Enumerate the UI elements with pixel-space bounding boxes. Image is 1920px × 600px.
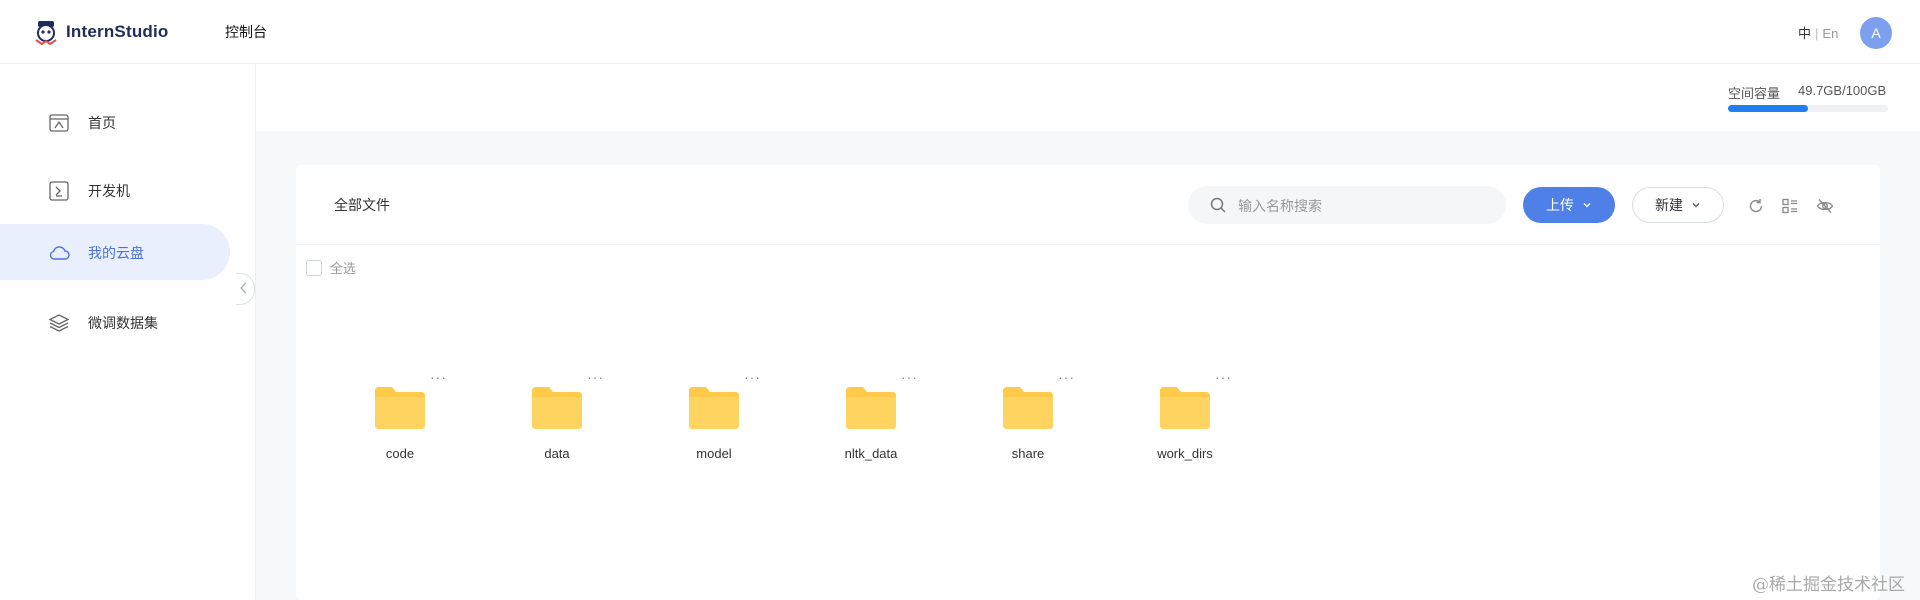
file-item[interactable]: ··· model (662, 369, 772, 489)
new-label: 新建 (1655, 197, 1683, 213)
folder-icon (1003, 387, 1053, 429)
storage-progress-fill (1728, 105, 1808, 112)
top-bar: InternStudio 控制台 中 | En A (0, 0, 1920, 64)
storage-value: 49.7GB/100GB (1798, 83, 1887, 98)
lang-en-option[interactable]: En (1822, 26, 1838, 41)
more-options-icon[interactable]: ··· (1058, 369, 1075, 385)
storage-strip (256, 64, 1920, 131)
select-all-checkbox[interactable] (306, 259, 322, 276)
chevron-down-icon (1583, 203, 1591, 208)
more-options-icon[interactable]: ··· (901, 369, 918, 385)
logo[interactable]: InternStudio (32, 18, 169, 46)
search-box[interactable] (1188, 186, 1506, 224)
refresh-icon[interactable] (1747, 197, 1765, 215)
folder-icon (846, 387, 896, 429)
folder-icon (375, 387, 425, 429)
lang-zh-option[interactable]: 中 (1798, 26, 1811, 41)
nav-console-link[interactable]: 控制台 (225, 22, 267, 42)
search-input[interactable] (1236, 195, 1490, 217)
more-options-icon[interactable]: ··· (430, 369, 447, 385)
file-name: nltk_data (844, 446, 898, 461)
new-button[interactable]: 新建 (1632, 187, 1724, 223)
terminal-icon (49, 181, 69, 201)
sidebar-item-datasets[interactable]: 微调数据集 (0, 294, 230, 350)
upload-button[interactable]: 上传 (1523, 187, 1615, 223)
more-options-icon[interactable]: ··· (587, 369, 604, 385)
file-name: data (544, 446, 570, 461)
storage-progress-bar (1728, 105, 1888, 112)
sidebar-item-devbox[interactable]: 开发机 (0, 162, 230, 218)
storage-label: 空间容量 (1728, 86, 1781, 101)
language-switch: 中 | En (1798, 23, 1838, 42)
chevron-down-icon (1692, 203, 1700, 208)
logo-icon (35, 21, 57, 46)
file-name: work_dirs (1157, 446, 1213, 461)
sidebar-item-cloud-drive[interactable]: 我的云盘 (0, 224, 230, 280)
file-name: model (696, 446, 732, 461)
file-item[interactable]: ··· code (348, 369, 458, 489)
file-panel: 全部文件 上传 新建 (296, 165, 1880, 600)
file-item[interactable]: ··· work_dirs (1133, 369, 1243, 489)
hide-icon[interactable] (1816, 197, 1834, 215)
view-toggle-icon[interactable] (1781, 197, 1799, 215)
select-all[interactable]: 全选 (306, 258, 356, 277)
more-options-icon[interactable]: ··· (744, 369, 761, 385)
upload-label: 上传 (1546, 197, 1574, 213)
sidebar: 首页 开发机 我的云盘 微调数据集 (0, 64, 256, 600)
cloud-icon (49, 246, 70, 260)
chevron-left-icon (240, 282, 247, 294)
lang-separator: | (1815, 26, 1819, 41)
sidebar-item-label: 首页 (88, 115, 116, 131)
home-icon (49, 114, 69, 132)
folder-icon (1160, 387, 1210, 429)
file-toolbar: 全部文件 上传 新建 (296, 165, 1880, 245)
file-item[interactable]: ··· nltk_data (819, 369, 929, 489)
sidebar-item-label: 开发机 (88, 183, 130, 199)
file-item[interactable]: ··· share (976, 369, 1086, 489)
layers-icon (48, 314, 70, 332)
logo-text: InternStudio (66, 22, 169, 41)
folder-icon (532, 387, 582, 429)
file-name: code (385, 446, 415, 461)
all-files-title: 全部文件 (334, 197, 390, 213)
more-options-icon[interactable]: ··· (1215, 369, 1232, 385)
sidebar-item-label: 微调数据集 (88, 315, 158, 331)
avatar[interactable]: A (1860, 17, 1892, 49)
file-item[interactable]: ··· data (505, 369, 615, 489)
sidebar-item-label: 我的云盘 (88, 245, 144, 261)
folder-icon (689, 387, 739, 429)
sidebar-collapse-button[interactable] (236, 273, 255, 305)
watermark-text: @稀土掘金技术社区 (1752, 575, 1905, 595)
search-icon (1210, 197, 1226, 213)
select-all-label: 全选 (330, 261, 357, 276)
file-name: share (1011, 446, 1045, 461)
sidebar-item-home[interactable]: 首页 (0, 94, 230, 150)
